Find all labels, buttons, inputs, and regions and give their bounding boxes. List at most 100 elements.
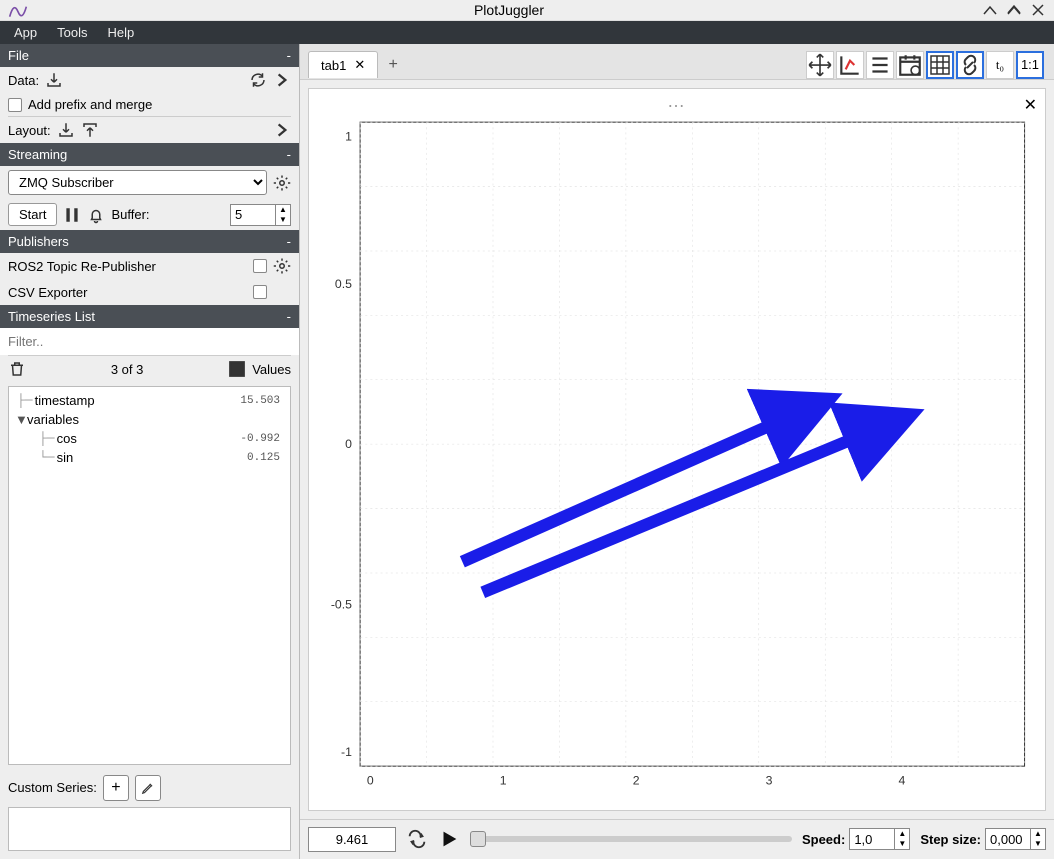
step-input[interactable] — [986, 830, 1030, 849]
collapse-icon[interactable]: - — [287, 48, 291, 63]
streaming-header-label: Streaming — [8, 147, 67, 162]
speed-label: Speed: — [802, 832, 845, 847]
y-tick: -0.5 — [331, 598, 352, 612]
tree-label: cos — [57, 431, 77, 446]
plot-toolbar: t₀ 1:1 — [806, 51, 1046, 79]
t0-icon[interactable]: t₀ — [986, 51, 1014, 79]
play-icon[interactable] — [438, 828, 460, 850]
plot-close-icon[interactable]: ✕ — [1024, 95, 1037, 115]
window-title: PlotJuggler — [36, 2, 982, 18]
loop-icon[interactable] — [406, 828, 428, 850]
y-tick: -1 — [341, 745, 352, 759]
titlebar: PlotJuggler — [0, 0, 1054, 21]
tree-label: timestamp — [35, 393, 95, 408]
buffer-label: Buffer: — [111, 207, 149, 222]
streaming-settings-icon[interactable] — [273, 174, 291, 192]
tree-value: 0.125 — [247, 452, 284, 464]
timeseries-header-label: Timeseries List — [8, 309, 95, 324]
list-icon[interactable] — [866, 51, 894, 79]
spin-down-icon[interactable]: ▼ — [895, 839, 909, 849]
step-control: Step size: ▲▼ — [920, 828, 1046, 850]
tree-label: variables — [27, 412, 79, 427]
app-logo-icon — [8, 0, 28, 20]
publisher-ros2-checkbox[interactable] — [253, 259, 267, 273]
bottombar: 9.461 Speed: ▲▼ Step size: ▲▼ — [300, 819, 1054, 859]
x-tick: 1 — [500, 774, 507, 788]
grid-icon[interactable] — [926, 51, 954, 79]
addprefix-row[interactable]: Add prefix and merge — [0, 93, 299, 116]
custom-series-label: Custom Series: — [8, 780, 97, 795]
layout-row: Layout: — [0, 117, 299, 143]
publisher-ros2-settings-icon[interactable] — [273, 257, 291, 275]
time-slider[interactable] — [470, 836, 792, 842]
expand-icon[interactable] — [273, 71, 291, 89]
maximize-icon[interactable] — [1006, 2, 1022, 18]
plot-area[interactable]: … ✕ 1 — [308, 88, 1046, 811]
pause-icon[interactable] — [63, 206, 81, 224]
buffer-input[interactable] — [231, 205, 275, 224]
load-layout-icon[interactable] — [57, 121, 75, 139]
slider-thumb[interactable] — [470, 831, 486, 847]
collapse-icon[interactable]: - — [287, 309, 291, 324]
reload-icon[interactable] — [249, 71, 267, 89]
timeseries-section-header: Timeseries List - — [0, 305, 299, 328]
collapse-icon[interactable]: - — [287, 147, 291, 162]
speed-control: Speed: ▲▼ — [802, 828, 910, 850]
bell-icon[interactable] — [87, 206, 105, 224]
plot-canvas: 1 0.5 0 -0.5 -1 0 1 2 3 4 — [309, 89, 1045, 810]
close-icon[interactable] — [1030, 2, 1046, 18]
spin-down-icon[interactable]: ▼ — [276, 215, 290, 225]
tab-close-icon[interactable]: ✕ — [354, 57, 365, 73]
expand-arrow-icon[interactable]: ▼ — [15, 412, 25, 427]
values-toggle-icon[interactable] — [228, 360, 246, 378]
load-data-icon[interactable] — [45, 71, 63, 89]
move-icon[interactable] — [806, 51, 834, 79]
spin-down-icon[interactable]: ▼ — [1031, 839, 1045, 849]
collapse-icon[interactable]: - — [287, 234, 291, 249]
timeseries-tree[interactable]: ├─ timestamp 15.503 ▼ variables ├─ cos -… — [8, 386, 291, 765]
publisher-ros2-label: ROS2 Topic Re-Publisher — [8, 259, 156, 274]
tab-tab1[interactable]: tab1 ✕ — [308, 51, 378, 78]
addprefix-checkbox[interactable] — [8, 98, 22, 112]
add-tab-button[interactable]: + — [382, 54, 404, 76]
save-layout-icon[interactable] — [81, 121, 99, 139]
tree-item-timestamp[interactable]: ├─ timestamp 15.503 — [11, 391, 288, 410]
menu-help[interactable]: Help — [100, 21, 143, 44]
add-custom-button[interactable]: + — [103, 775, 129, 801]
x-tick: 4 — [898, 774, 905, 788]
buffer-spinbox[interactable]: ▲▼ — [230, 204, 291, 226]
calendar-icon[interactable] — [896, 51, 924, 79]
tree-item-cos[interactable]: ├─ cos -0.992 — [11, 429, 288, 448]
publishers-section-header: Publishers - — [0, 230, 299, 253]
tree-item-variables[interactable]: ▼ variables — [11, 410, 288, 429]
y-tick: 0.5 — [335, 277, 352, 291]
streaming-source-select[interactable]: ZMQ Subscriber — [8, 170, 267, 195]
link-icon[interactable] — [956, 51, 984, 79]
plot-drag-handle-icon[interactable]: … — [667, 91, 687, 112]
step-spinbox[interactable]: ▲▼ — [985, 828, 1046, 850]
minimize-icon[interactable] — [982, 2, 998, 18]
custom-series-list[interactable] — [8, 807, 291, 851]
start-button[interactable]: Start — [8, 203, 57, 226]
filter-input[interactable] — [0, 328, 299, 355]
publisher-csv-checkbox[interactable] — [253, 285, 267, 299]
axis-icon[interactable] — [836, 51, 864, 79]
addprefix-label: Add prefix and merge — [28, 97, 152, 112]
sidebar: File - Data: Add prefix and merge Layout… — [0, 44, 300, 859]
spin-up-icon[interactable]: ▲ — [276, 205, 290, 215]
speed-spinbox[interactable]: ▲▼ — [849, 828, 910, 850]
streaming-control-row: Start Buffer: ▲▼ — [0, 199, 299, 230]
publishers-header-label: Publishers — [8, 234, 69, 249]
tabbar: tab1 ✕ + t₀ 1:1 — [300, 44, 1054, 80]
ratio-icon[interactable]: 1:1 — [1016, 51, 1044, 79]
speed-input[interactable] — [850, 830, 894, 849]
trash-icon[interactable] — [8, 360, 26, 378]
custom-series-row: Custom Series: + — [0, 769, 299, 807]
layout-expand-icon[interactable] — [273, 121, 291, 139]
spin-up-icon[interactable]: ▲ — [895, 829, 909, 839]
tree-item-sin[interactable]: └─ sin 0.125 — [11, 448, 288, 467]
menu-app[interactable]: App — [6, 21, 45, 44]
menu-tools[interactable]: Tools — [49, 21, 95, 44]
edit-custom-button[interactable] — [135, 775, 161, 801]
spin-up-icon[interactable]: ▲ — [1031, 829, 1045, 839]
